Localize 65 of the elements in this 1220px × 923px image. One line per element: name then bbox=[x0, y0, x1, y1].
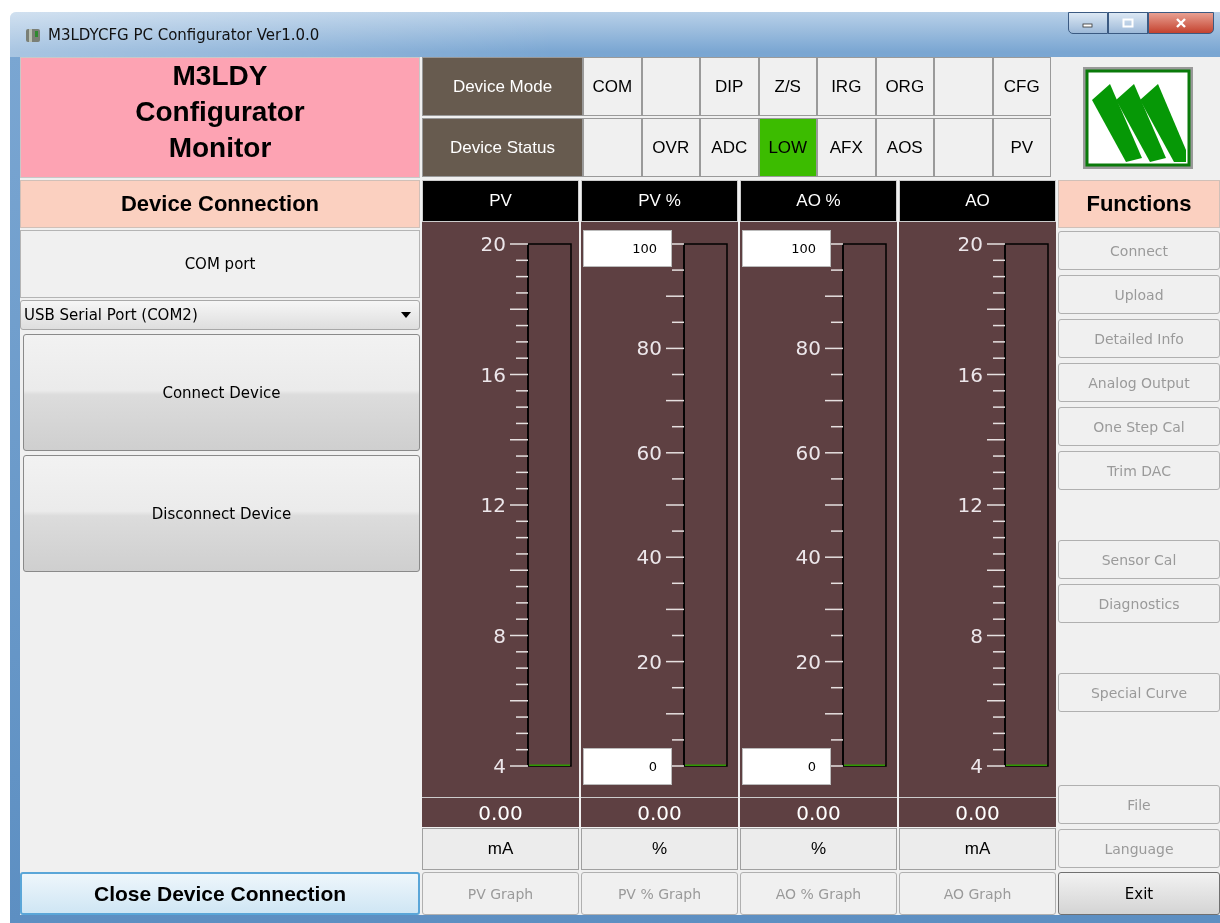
unit-label: % bbox=[740, 828, 897, 870]
meter-header: AO % bbox=[740, 180, 897, 222]
scale-label: 8 bbox=[493, 623, 506, 648]
range-min-field[interactable]: 0 bbox=[742, 748, 831, 785]
status-indicator: LOW bbox=[758, 118, 817, 177]
meter-value: 0.00 bbox=[581, 797, 738, 827]
status-indicator: AFX bbox=[817, 118, 876, 177]
caret-icon bbox=[401, 312, 411, 318]
row-label: Device Mode bbox=[422, 57, 583, 116]
scale-label: 8 bbox=[970, 623, 983, 648]
range-max-field[interactable]: 100 bbox=[583, 230, 672, 267]
logo-icon bbox=[1082, 65, 1194, 170]
scale-label: 40 bbox=[795, 545, 821, 570]
status-indicator: ORG bbox=[875, 57, 934, 116]
meter-header: AO bbox=[899, 180, 1056, 222]
unit-label: % bbox=[581, 828, 738, 870]
disconnect-device-button[interactable]: Disconnect Device bbox=[23, 455, 420, 572]
row-label: Device Status bbox=[422, 118, 583, 177]
com-port-label: COM port bbox=[20, 230, 420, 298]
minimize-button[interactable] bbox=[1068, 12, 1108, 34]
close-icon bbox=[1174, 17, 1188, 29]
range-min-field[interactable]: 0 bbox=[583, 748, 672, 785]
scale-label: 20 bbox=[636, 649, 662, 674]
meter-header: PV % bbox=[581, 180, 738, 222]
maximize-button[interactable] bbox=[1108, 12, 1148, 34]
scale-label: 12 bbox=[957, 493, 983, 517]
com-port-dropdown[interactable]: USB Serial Port (COM2) bbox=[20, 300, 420, 330]
scale-label: 20 bbox=[795, 649, 821, 674]
close-button[interactable] bbox=[1148, 12, 1214, 34]
meter-value: 0.00 bbox=[899, 797, 1056, 827]
meter-header: PV bbox=[422, 180, 579, 222]
status-indicator: IRG bbox=[817, 57, 876, 116]
status-indicator: ADC bbox=[700, 118, 759, 177]
close-connection-button[interactable]: Close Device Connection bbox=[20, 872, 420, 915]
unit-label: mA bbox=[899, 828, 1056, 870]
scale-label: 16 bbox=[480, 362, 506, 387]
window-title: M3LDYCFG PC Configurator Ver1.0.0 bbox=[48, 25, 320, 44]
maximize-icon bbox=[1122, 18, 1134, 28]
section-header: Functions bbox=[1058, 180, 1220, 228]
status-indicator: COM bbox=[583, 57, 642, 116]
status-indicator: AOS bbox=[875, 118, 934, 177]
status-indicator: DIP bbox=[700, 57, 759, 116]
scale-label: 16 bbox=[957, 362, 983, 387]
meter-value: 0.00 bbox=[422, 797, 579, 827]
scale-label: 60 bbox=[795, 440, 821, 465]
connect-device-button[interactable]: Connect Device bbox=[23, 334, 420, 451]
status-indicator: OVR bbox=[641, 118, 700, 177]
status-indicator: CFG bbox=[992, 57, 1051, 116]
scale-label: 12 bbox=[480, 493, 506, 517]
scale-label: 4 bbox=[970, 754, 983, 778]
scale-label: 60 bbox=[636, 440, 662, 465]
status-indicator: PV bbox=[992, 118, 1051, 177]
scale-label: 80 bbox=[636, 336, 662, 361]
exit-button[interactable]: Exit bbox=[1058, 872, 1220, 915]
scale-label: 4 bbox=[493, 754, 506, 778]
scale-label: 20 bbox=[957, 232, 983, 256]
app-title: M3LDY Configurator Monitor bbox=[134, 59, 306, 165]
scale-label: 80 bbox=[795, 336, 821, 361]
scale-label: 20 bbox=[480, 232, 506, 256]
scale-label: 40 bbox=[636, 545, 662, 570]
meter-value: 0.00 bbox=[740, 797, 897, 827]
status-indicator: Z/S bbox=[758, 57, 817, 116]
section-header: Device Connection bbox=[20, 180, 420, 228]
unit-label: mA bbox=[422, 828, 579, 870]
range-max-field[interactable]: 100 bbox=[742, 230, 831, 267]
